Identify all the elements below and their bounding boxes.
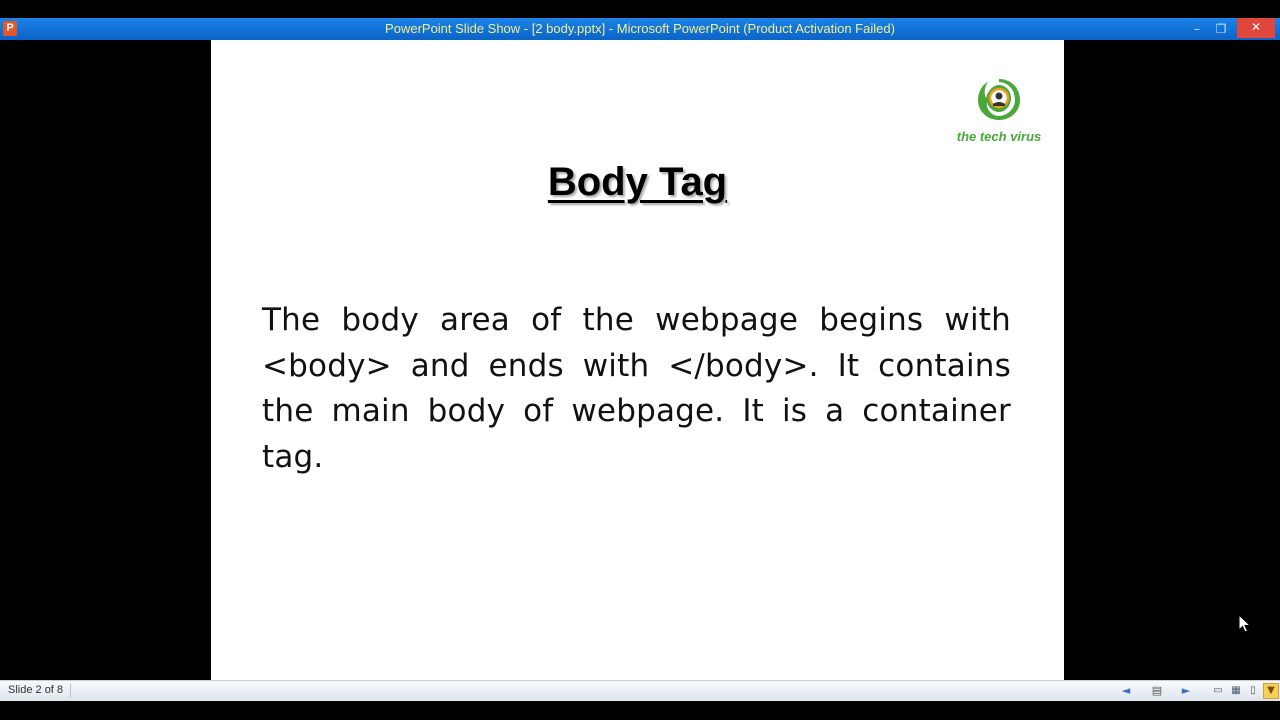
slide-counter: Slide 2 of 8 bbox=[8, 684, 64, 696]
tech-virus-logo: the tech virus bbox=[949, 76, 1049, 148]
reading-view-button[interactable]: ▯ bbox=[1245, 683, 1261, 699]
mouse-cursor-icon bbox=[1238, 614, 1252, 633]
normal-view-button[interactable]: ▭ bbox=[1210, 683, 1226, 699]
status-bar: Slide 2 of 8 ◄ ▤ ► ▭ ▦ ▯ ▼ bbox=[0, 680, 1280, 701]
close-button[interactable]: ✕ bbox=[1237, 18, 1275, 38]
window-titlebar: P PowerPoint Slide Show - [2 body.pptx] … bbox=[0, 0, 1280, 40]
status-divider bbox=[70, 684, 71, 698]
logo-text: the tech virus bbox=[956, 129, 1042, 144]
slide-sorter-button[interactable]: ▦ bbox=[1228, 683, 1244, 699]
window-title: PowerPoint Slide Show - [2 body.pptx] - … bbox=[385, 21, 895, 36]
previous-slide-button[interactable]: ◄ bbox=[1118, 683, 1134, 699]
slide-body-text: The body area of the webpage begins with… bbox=[262, 302, 1011, 475]
minimize-button[interactable]: – bbox=[1188, 20, 1206, 40]
slide-show-button[interactable]: ▼ bbox=[1263, 683, 1279, 699]
tech-virus-logo-icon bbox=[978, 79, 1020, 120]
slide-title: Body Tag bbox=[547, 160, 728, 204]
slide-canvas[interactable]: the tech virus Body Tag The body area of… bbox=[211, 40, 1064, 680]
slide-menu-button[interactable]: ▤ bbox=[1149, 683, 1165, 699]
maximize-button[interactable]: ❐ bbox=[1212, 20, 1230, 40]
next-slide-button[interactable]: ► bbox=[1178, 683, 1194, 699]
